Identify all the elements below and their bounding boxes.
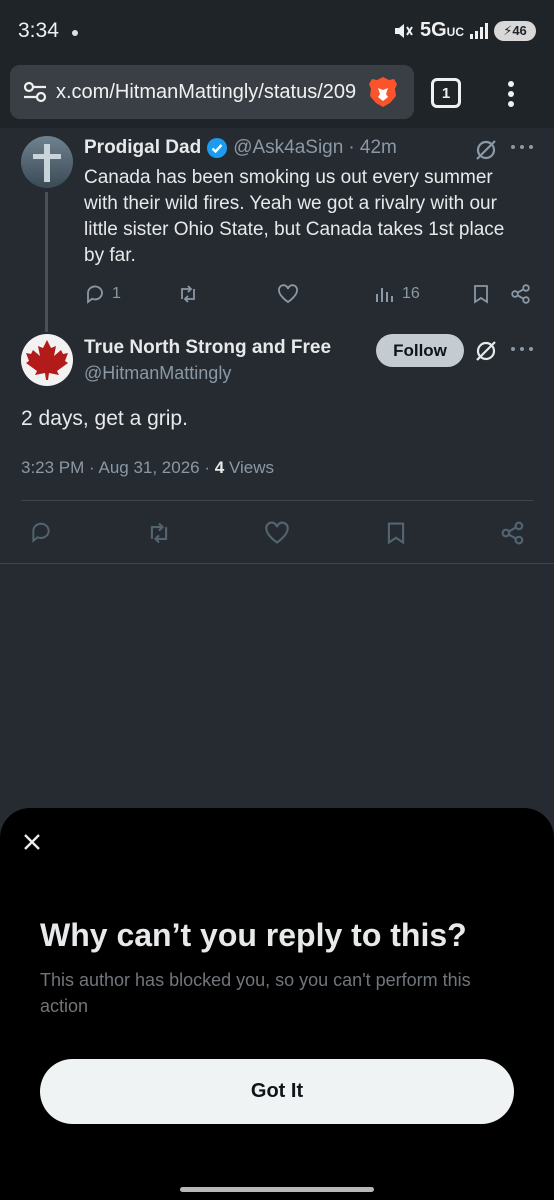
- heart-icon: [278, 284, 298, 304]
- views-label: Views: [228, 458, 274, 477]
- views-count: 4: [214, 458, 225, 477]
- site-settings-icon[interactable]: [22, 79, 48, 105]
- status-bar: 3:34 5GUC ⚡ 46: [0, 0, 554, 62]
- repost-button[interactable]: [146, 520, 172, 546]
- url-text[interactable]: x.com/HitmanMattingly/status/2096: [56, 81, 356, 104]
- share-icon: [501, 521, 524, 545]
- bookmark-icon: [387, 522, 405, 545]
- maple-leaf-icon: [26, 340, 68, 380]
- close-icon[interactable]: [20, 830, 44, 854]
- url-bar[interactable]: x.com/HitmanMattingly/status/2096: [10, 65, 414, 119]
- divider: [21, 500, 533, 501]
- author-handle[interactable]: @Ask4aSign: [233, 137, 343, 159]
- thread-line: [45, 192, 48, 332]
- more-options-icon[interactable]: [511, 145, 533, 151]
- parent-tweet[interactable]: Prodigal Dad @Ask4aSign · 42m Canada has…: [0, 128, 554, 332]
- share-button[interactable]: [500, 520, 526, 546]
- bookmark-button[interactable]: [470, 283, 492, 305]
- author-name[interactable]: True North Strong and Free: [84, 337, 331, 359]
- tweet-text: 2 days, get a grip.: [21, 407, 188, 430]
- tab-switcher-button[interactable]: 1: [431, 78, 461, 108]
- divider: [0, 563, 554, 564]
- reply-button[interactable]: [29, 520, 53, 544]
- share-button[interactable]: [510, 283, 532, 305]
- views-icon: [376, 288, 393, 302]
- avatar[interactable]: [21, 136, 73, 188]
- battery-icon: ⚡ 46: [494, 20, 536, 41]
- sheet-description: This author has blocked you, so you can'…: [40, 970, 471, 1016]
- browser-toolbar: x.com/HitmanMattingly/status/2096 1: [0, 62, 554, 128]
- reply-icon: [32, 522, 50, 543]
- like-button[interactable]: [277, 283, 299, 305]
- repost-button[interactable]: [177, 283, 199, 305]
- more-options-icon[interactable]: [511, 347, 533, 353]
- status-time: 3:34: [18, 19, 59, 42]
- network-indicator: 5GUC: [419, 19, 464, 41]
- repost-icon: [150, 522, 168, 544]
- notification-dot: [72, 30, 78, 36]
- avatar[interactable]: [21, 334, 73, 386]
- reply-icon: [87, 285, 103, 304]
- follow-button[interactable]: Follow: [376, 334, 464, 367]
- views-count: 16: [402, 285, 420, 302]
- home-indicator[interactable]: [180, 1187, 374, 1192]
- bookmark-icon: [474, 285, 488, 304]
- tweet-timestamp[interactable]: 3:23 PM · Aug 31, 2026 ·: [21, 458, 210, 477]
- heart-icon: [265, 521, 289, 544]
- author-name[interactable]: Prodigal Dad: [84, 137, 201, 159]
- sheet-title: Why can’t you reply to this?: [40, 917, 467, 953]
- tweet-time: · 42m: [348, 137, 397, 158]
- bookmark-button[interactable]: [383, 520, 409, 546]
- tweet-meta: 3:23 PM · Aug 31, 2026 · 4 Views: [21, 458, 274, 478]
- status-icons: 5GUC ⚡ 46: [392, 19, 536, 42]
- signal-icon: [470, 22, 488, 39]
- browser-menu-button[interactable]: [500, 77, 522, 111]
- share-icon: [511, 284, 530, 304]
- tweet-header: Prodigal Dad @Ask4aSign · 42m: [84, 137, 397, 159]
- verified-badge-icon: [207, 138, 228, 158]
- author-handle[interactable]: @HitmanMattingly: [84, 363, 231, 384]
- grok-icon[interactable]: [474, 339, 498, 363]
- reply-count: 1: [112, 285, 121, 302]
- views-button[interactable]: 16: [374, 283, 420, 305]
- reply-button[interactable]: 1: [84, 283, 121, 305]
- tweet-text: Canada has been smoking us out every sum…: [84, 167, 505, 266]
- grok-icon[interactable]: [474, 138, 498, 162]
- blocked-reply-sheet: Why can’t you reply to this? This author…: [0, 808, 554, 1200]
- like-button[interactable]: [264, 520, 290, 546]
- mute-vibrate-icon: [394, 23, 413, 38]
- repost-icon: [181, 285, 195, 303]
- got-it-button[interactable]: Got It: [40, 1059, 514, 1124]
- brave-shields-icon[interactable]: [368, 76, 398, 108]
